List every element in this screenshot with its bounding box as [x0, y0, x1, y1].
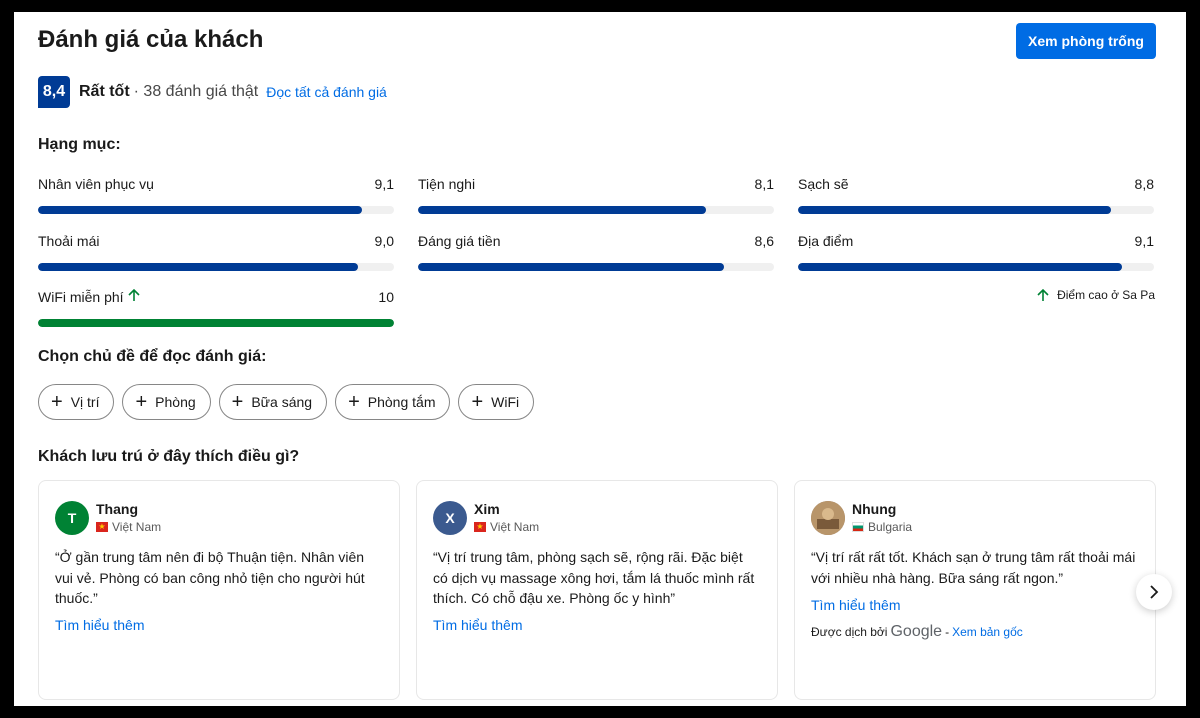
category-score: 10: [378, 289, 394, 305]
review-quote: “Vị trí trung tâm, phòng sạch sẽ, rộng r…: [433, 549, 755, 606]
chevron-right-icon: [1150, 585, 1159, 599]
topic-chip-breakfast[interactable]: + Bữa sáng: [218, 384, 328, 420]
plus-icon: +: [51, 391, 63, 413]
vietnam-flag-icon: ★: [474, 522, 486, 532]
category-wifi: WiFi miễn phí 10: [38, 289, 394, 327]
score-bar-fill: [38, 206, 362, 214]
reviews-section: Đánh giá của khách Xem phòng trống 8,4 R…: [14, 12, 1186, 706]
score-bar-fill: [418, 206, 707, 214]
page-title: Đánh giá của khách: [38, 26, 264, 53]
chip-label: WiFi: [491, 394, 520, 410]
topic-chips: + Vị trí + Phòng + Bữa sáng + Phòng tắm + WiF…: [38, 384, 535, 420]
country-name: Việt Nam: [112, 520, 162, 534]
category-name: WiFi miễn phí: [38, 289, 124, 305]
rating-summary: 8,4 Rất tốt · 38 đánh giá thật Đọc tất c…: [38, 76, 387, 108]
score-bar: [38, 206, 394, 214]
country-name: Bulgaria: [868, 520, 913, 534]
category-name: Nhân viên phục vụ: [38, 176, 154, 192]
google-logo: Google: [890, 623, 943, 640]
plus-icon: +: [348, 391, 360, 413]
score-bar-fill: [798, 263, 1122, 271]
review-card: Nhung Bulgaria “Vị trí rất rất tốt. Khác…: [794, 480, 1156, 700]
category-location: Địa điểm 9,1: [798, 233, 1154, 271]
reviewer-name: Xim: [474, 501, 500, 517]
category-name: Đáng giá tiền: [418, 233, 501, 249]
score-bar-fill: [798, 206, 1112, 214]
score-bar: [798, 263, 1154, 271]
reviewer-country: ★ Việt Nam: [474, 520, 539, 534]
reviewer-country: ★ Việt Nam: [96, 520, 161, 534]
reviewer-name: Thang: [96, 501, 138, 517]
vietnam-flag-icon: ★: [96, 522, 108, 532]
high-score-text: Điểm cao ở Sa Pa: [1057, 288, 1155, 302]
plus-icon: +: [471, 391, 484, 413]
score-bar-fill: [418, 263, 725, 271]
read-more-link[interactable]: Tìm hiểu thêm: [433, 617, 522, 633]
score-bar-fill: [38, 319, 394, 327]
high-score-note: Điểm cao ở Sa Pa: [1037, 288, 1155, 302]
country-name: Việt Nam: [490, 520, 540, 534]
category-score: 8,8: [1134, 176, 1154, 192]
avatar: T: [55, 501, 89, 535]
see-original-link[interactable]: Xem bản gốc: [952, 625, 1023, 639]
topics-heading: Chọn chủ đề để đọc đánh giá:: [38, 348, 267, 365]
review-quote: “Vị trí rất rất tốt. Khách sạn ở trung t…: [811, 549, 1136, 586]
liked-heading: Khách lưu trú ở đây thích điều gì?: [38, 448, 300, 465]
score-bar: [38, 319, 394, 327]
score-bar: [38, 263, 394, 271]
avatar: [811, 501, 845, 535]
read-all-reviews-link[interactable]: Đọc tất cả đánh giá: [266, 84, 387, 100]
category-name: Địa điểm: [798, 233, 854, 249]
translated-by-text: Được dịch bởi: [811, 625, 888, 639]
see-availability-button[interactable]: Xem phòng trống: [1016, 23, 1156, 59]
category-facilities: Tiện nghi 8,1: [418, 176, 774, 214]
chip-label: Vị trí: [70, 394, 100, 410]
categories-heading: Hạng mục:: [38, 136, 121, 153]
topic-chip-wifi[interactable]: + WiFi: [458, 384, 535, 420]
topic-chip-bathroom[interactable]: + Phòng tắm: [335, 384, 451, 420]
category-score: 8,6: [754, 233, 774, 249]
plus-icon: +: [231, 391, 244, 413]
category-score: 9,1: [1134, 233, 1154, 249]
reviewer-name: Nhung: [852, 501, 897, 517]
category-value-for-money: Đáng giá tiền 8,6: [418, 233, 774, 271]
topic-chip-room[interactable]: + Phòng: [122, 384, 211, 420]
category-comfort: Thoải mái 9,0: [38, 233, 394, 271]
category-cleanliness: Sạch sẽ 8,8: [798, 176, 1154, 214]
category-staff: Nhân viên phục vụ 9,1: [38, 176, 394, 214]
category-score: 9,0: [374, 233, 394, 249]
score-bar: [418, 263, 774, 271]
score-bar: [418, 206, 774, 214]
read-more-link[interactable]: Tìm hiểu thêm: [55, 617, 144, 633]
rating-label: Rất tốt: [79, 83, 130, 100]
category-score: 9,1: [374, 176, 394, 192]
review-card: X Xim ★ Việt Nam “Vị trí trung tâm, phòng…: [416, 480, 778, 700]
reviewer-country: Bulgaria: [852, 520, 912, 534]
category-score: 8,1: [754, 176, 774, 192]
chip-label: Bữa sáng: [251, 394, 313, 410]
chip-label: Phòng tắm: [367, 394, 436, 410]
translation-note: Được dịch bởi Google - Xem bản gốc: [811, 623, 1023, 641]
category-name: Tiện nghi: [418, 176, 476, 192]
review-quote: “Ở gần trung tâm nên đi bộ Thuận tiện. N…: [55, 549, 365, 606]
next-review-button[interactable]: [1136, 574, 1172, 610]
arrow-up-icon: [128, 289, 140, 301]
category-name: Sạch sẽ: [798, 176, 849, 192]
bulgaria-flag-icon: [852, 522, 864, 532]
chip-label: Phòng: [155, 394, 196, 410]
category-name: Thoải mái: [38, 233, 100, 249]
review-card: T Thang ★ Việt Nam “Ở gần trung tâm nên đ…: [38, 480, 400, 700]
avatar-photo-icon: [811, 501, 845, 535]
read-more-link[interactable]: Tìm hiểu thêm: [811, 597, 900, 613]
score-bar: [798, 206, 1154, 214]
review-count: · 38 đánh giá thật: [133, 83, 259, 100]
arrow-up-icon: [1037, 288, 1049, 301]
score-badge: 8,4: [38, 76, 70, 108]
avatar: X: [433, 501, 467, 535]
plus-icon: +: [135, 391, 148, 413]
topic-chip-location[interactable]: + Vị trí: [38, 384, 115, 420]
separator: -: [945, 625, 950, 639]
score-bar-fill: [38, 263, 359, 271]
